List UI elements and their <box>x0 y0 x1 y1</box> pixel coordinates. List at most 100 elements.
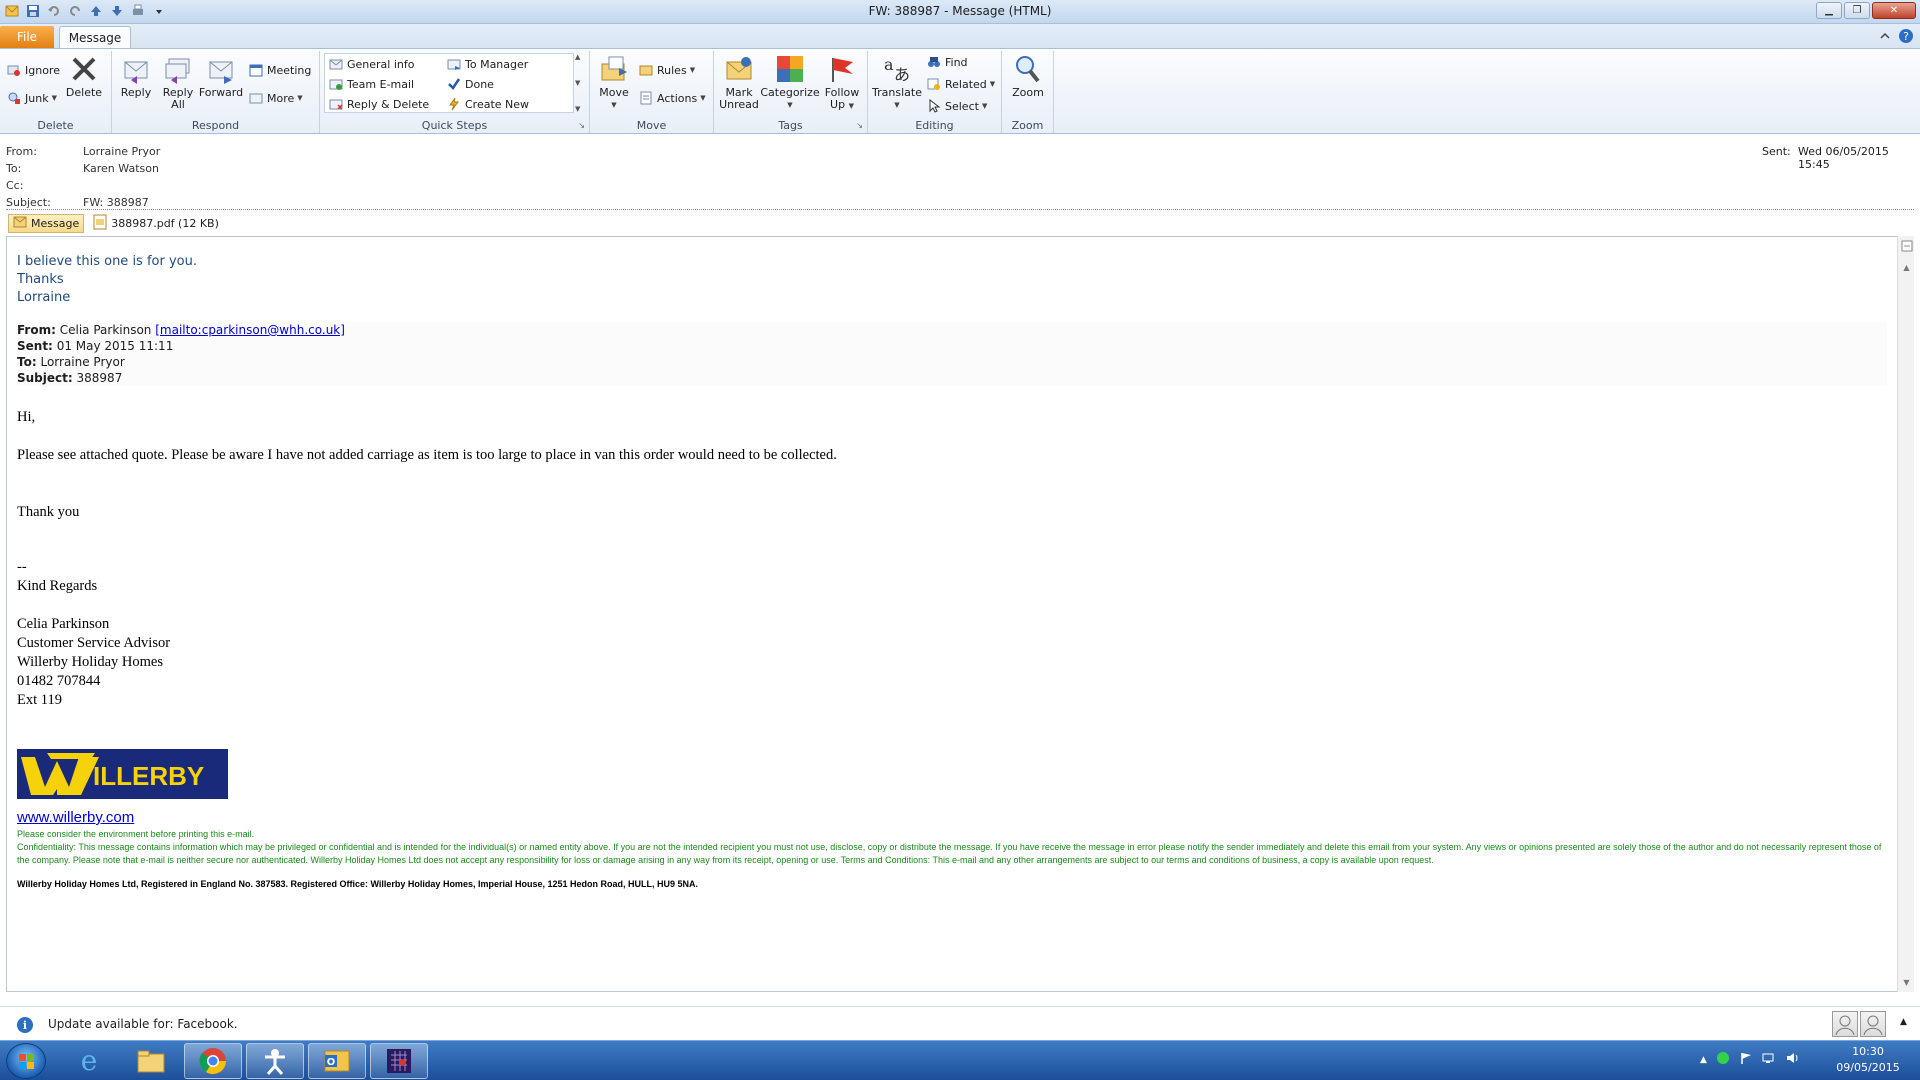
contact-photo-icon[interactable] <box>1832 1011 1858 1037</box>
greeting: Hi, <box>17 409 36 425</box>
group-label-move: Move <box>636 119 667 132</box>
reply-button[interactable]: Reply <box>118 53 154 99</box>
pdf-attachment[interactable]: 388987.pdf (12 KB) <box>88 214 224 233</box>
delete-group: Ignore Junk ▼ Delete Delete <box>0 51 112 133</box>
intro-line: Thanks <box>17 272 64 287</box>
signature-block: -- Kind Regards Celia Parkinson Customer… <box>17 558 170 710</box>
thank-you: Thank you <box>17 504 80 520</box>
mark-unread-button[interactable]: Mark Unread <box>719 53 759 111</box>
pdf-file-icon <box>93 214 107 233</box>
ignore-icon <box>6 62 22 78</box>
from-label: From: <box>6 145 37 158</box>
delete-button[interactable]: Delete <box>66 53 102 99</box>
related-icon <box>926 76 942 92</box>
volume-icon[interactable] <box>1785 1051 1799 1068</box>
select-button[interactable]: Select ▼ <box>926 97 987 115</box>
group-label-tags: Tags <box>778 119 803 132</box>
show-hidden-icons[interactable]: ▲ <box>1700 1055 1707 1065</box>
info-bar: i Update available for: Facebook. ▲ <box>0 1006 1920 1040</box>
scroll-up-icon[interactable]: ▲ <box>575 53 587 61</box>
quick-steps-scroll[interactable]: ▲ ▼ ▼ <box>575 53 587 113</box>
vertical-scrollbar[interactable]: ▲ ▼ <box>1897 236 1914 992</box>
dialog-launcher-icon[interactable]: ↘ <box>578 121 585 130</box>
environment-note: Please consider the environment before p… <box>17 829 255 839</box>
svg-text:ILLERBY: ILLERBY <box>93 761 204 791</box>
svg-text:O: O <box>327 1057 336 1068</box>
website-link[interactable]: www.willerby.com <box>17 809 134 826</box>
calendar-app-icon[interactable] <box>370 1043 428 1079</box>
close-button[interactable]: ✕ <box>1872 2 1916 19</box>
translate-button[interactable]: aあ Translate ▼ <box>872 53 922 111</box>
envelope-icon <box>13 216 27 231</box>
gallery-expand-icon[interactable]: ▼ <box>575 105 587 113</box>
people-pane-expand-icon[interactable]: ▲ <box>1900 1017 1907 1027</box>
more-respond-button[interactable]: More ▼ <box>248 89 303 107</box>
zoom-button[interactable]: Zoom <box>1008 53 1048 99</box>
svg-text:e: e <box>81 1046 98 1076</box>
network-icon[interactable] <box>1762 1051 1776 1068</box>
from-value[interactable]: Lorraine Pryor <box>83 145 160 158</box>
outlook-icon[interactable]: O <box>308 1043 366 1079</box>
minimize-ribbon-icon[interactable] <box>1880 31 1890 44</box>
move-button[interactable]: Move ▼ <box>596 53 632 111</box>
contact-photo-icon[interactable] <box>1860 1011 1886 1037</box>
tab-message[interactable]: Message <box>59 26 131 49</box>
move-folder-icon <box>598 53 630 85</box>
fwd-subject-value: 388987 <box>76 371 123 385</box>
junk-button[interactable]: Junk ▼ <box>6 89 57 107</box>
delete-x-icon <box>68 53 100 85</box>
actions-button[interactable]: Actions ▼ <box>638 89 706 107</box>
subject-label: Subject: <box>6 196 51 209</box>
maximize-button[interactable]: ❐ <box>1844 2 1870 19</box>
quickstep-team-email[interactable]: Team E-mail <box>328 75 414 93</box>
find-button[interactable]: Find <box>926 53 968 71</box>
app-icon[interactable] <box>246 1043 304 1079</box>
quickstep-envelope-icon <box>328 56 344 72</box>
tags-group: Mark Unread Categorize ▼ Follow Up ▼ Tag… <box>714 51 868 133</box>
quickstep-done[interactable]: Done <box>446 75 494 93</box>
categorize-button[interactable]: Categorize ▼ <box>760 53 820 111</box>
title-bar: FW: 388987 - Message (HTML) ▁ ❐ ✕ <box>0 0 1920 24</box>
to-value[interactable]: Karen Watson <box>83 162 159 175</box>
meeting-button[interactable]: Meeting <box>248 61 311 79</box>
update-notice[interactable]: Update available for: Facebook. <box>48 1017 238 1031</box>
help-icon[interactable]: ? <box>1898 28 1914 47</box>
intro-block: I believe this one is for you. Thanks Lo… <box>17 253 197 307</box>
related-button[interactable]: Related ▼ <box>926 75 995 93</box>
message-tab-button[interactable]: Message <box>8 214 85 233</box>
reply-all-icon <box>162 53 194 85</box>
quickstep-to-manager[interactable]: To Manager <box>446 55 528 73</box>
internet-explorer-icon[interactable]: e <box>60 1043 118 1079</box>
people-pane-toggle-icon[interactable] <box>1899 238 1914 253</box>
forward-button[interactable]: Forward <box>199 53 243 99</box>
start-button[interactable] <box>6 1043 46 1079</box>
scroll-up-arrow[interactable]: ▲ <box>1899 260 1914 275</box>
minimize-button[interactable]: ▁ <box>1816 2 1842 19</box>
quickstep-general-info[interactable]: General info <box>328 55 414 73</box>
registration-notice: Willerby Holiday Homes Ltd, Registered i… <box>17 879 698 889</box>
taskbar-clock[interactable]: 10:30 09/05/2015 <box>1820 1044 1916 1076</box>
action-center-flag-icon[interactable] <box>1739 1051 1753 1068</box>
file-explorer-icon[interactable] <box>122 1043 180 1079</box>
tab-file[interactable]: File <box>0 26 54 48</box>
reply-all-button[interactable]: Reply All <box>160 53 196 111</box>
attachment-bar: Message 388987.pdf (12 KB) <box>0 211 1920 236</box>
follow-up-button[interactable]: Follow Up ▼ <box>822 53 862 112</box>
editing-group: aあ Translate ▼ Find Related ▼ Select ▼ Edi… <box>868 51 1002 133</box>
quickstep-reply-delete[interactable]: Reply & Delete <box>328 95 429 113</box>
categorize-icon <box>774 53 806 85</box>
tags-dialog-launcher-icon[interactable]: ↘ <box>856 121 863 130</box>
translate-icon: aあ <box>881 53 913 85</box>
ribbon-tab-bar: File Message ? <box>0 24 1920 49</box>
scroll-down-icon[interactable]: ▼ <box>575 79 587 87</box>
ignore-button[interactable]: Ignore <box>6 61 60 79</box>
sent-label: Sent: <box>1762 145 1791 158</box>
scroll-down-arrow[interactable]: ▼ <box>1899 975 1914 990</box>
cc-label: Cc: <box>6 179 24 192</box>
quickstep-create-new[interactable]: Create New <box>446 95 529 113</box>
chrome-icon[interactable] <box>184 1043 242 1079</box>
status-green-icon[interactable] <box>1716 1051 1730 1068</box>
mailto-link[interactable]: [mailto:cparkinson@whh.co.uk] <box>155 323 345 337</box>
fwd-subject-label: Subject: <box>17 371 73 385</box>
rules-button[interactable]: Rules ▼ <box>638 61 695 79</box>
